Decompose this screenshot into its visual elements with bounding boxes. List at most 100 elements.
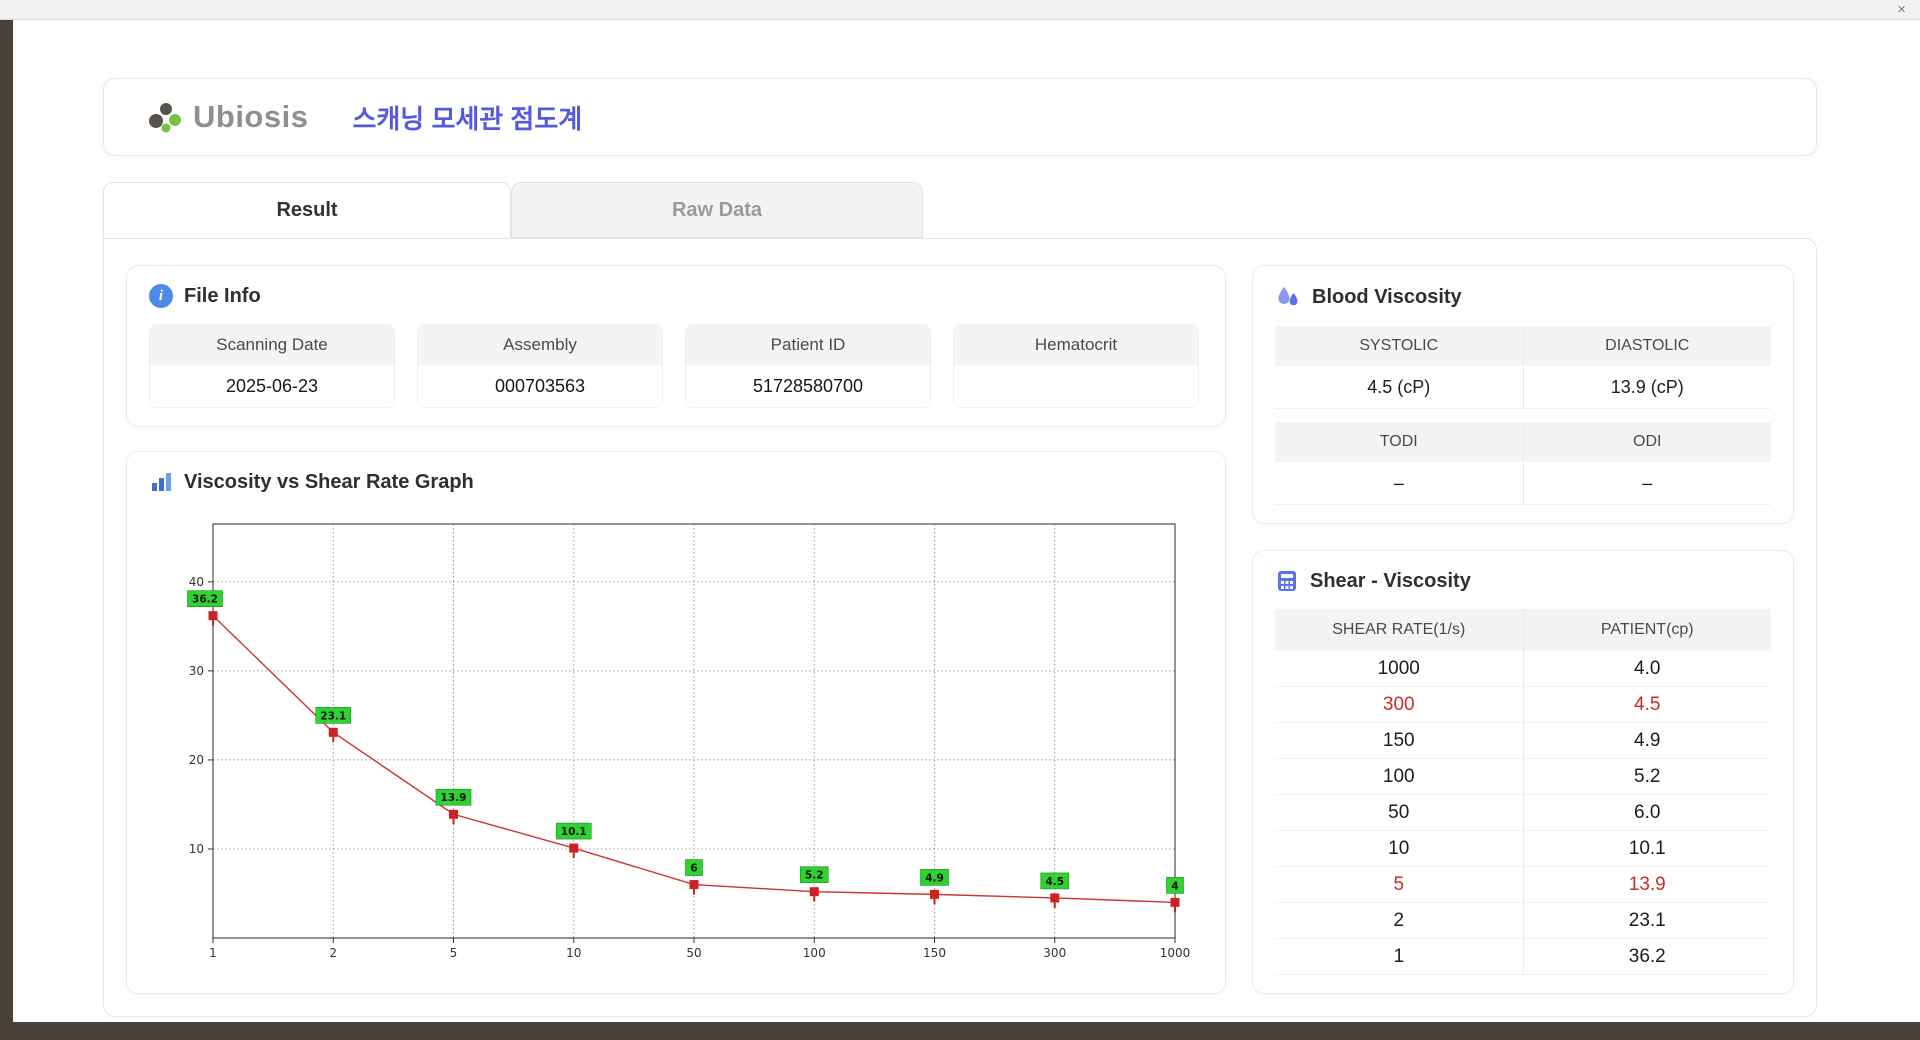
- shear-viscosity-title: Shear - Viscosity: [1310, 569, 1471, 592]
- field-label: Hematocrit: [954, 325, 1198, 365]
- diastolic-header: DIASTOLIC: [1523, 326, 1771, 366]
- blood-viscosity-card: Blood Viscosity SYSTOLIC DIASTOLIC 4.5 (…: [1252, 265, 1794, 524]
- info-icon: i: [149, 284, 173, 308]
- patient-column-header: PATIENT(cp): [1600, 621, 1694, 638]
- tab-result-label: Result: [276, 198, 338, 221]
- shear-rate-cell: 150: [1275, 723, 1524, 758]
- field-value: [954, 365, 1198, 407]
- bar-chart-icon: [152, 473, 171, 491]
- table-row: 1000 4.0: [1275, 651, 1771, 687]
- tab-bar: Result Raw Data: [103, 182, 1817, 238]
- todi-header: TODI: [1275, 422, 1524, 462]
- result-panel: i File Info Scanning Date 2025-06-23 Ass…: [103, 238, 1817, 1017]
- field-patient-id: Patient ID 51728580700: [685, 324, 931, 408]
- graph-card: Viscosity vs Shear Rate Graph 10 20 30 40 1 2…: [126, 451, 1226, 994]
- blood-viscosity-table: SYSTOLIC DIASTOLIC 4.5 (cP) 13.9 (cP) TO…: [1275, 326, 1771, 505]
- shear-rate-cell: 1: [1275, 939, 1524, 974]
- svg-text:2: 2: [329, 946, 337, 960]
- patient-cell: 13.9: [1628, 873, 1666, 895]
- page-title: 스캐닝 모세관 점도계: [352, 103, 583, 134]
- shear-rate-cell: 100: [1275, 759, 1524, 794]
- tab-raw-data-label: Raw Data: [671, 198, 763, 221]
- logo-leaf-icon: [149, 103, 181, 133]
- calculator-icon: [1278, 571, 1296, 591]
- logo-text: Ubiosis: [193, 99, 309, 134]
- svg-text:10: 10: [189, 842, 204, 856]
- svg-text:50: 50: [686, 946, 701, 960]
- graph-header: Viscosity vs Shear Rate Graph: [149, 470, 1203, 494]
- app-window: Ubiosis 스캐닝 모세관 점도계 Result Raw Data i Fi…: [13, 20, 1920, 1022]
- svg-text:5.2: 5.2: [805, 870, 824, 882]
- diastolic-value: 13.9 (cP): [1523, 366, 1771, 409]
- divider: [1275, 409, 1771, 422]
- table-row: SYSTOLIC DIASTOLIC: [1275, 326, 1771, 366]
- svg-text:13.9: 13.9: [441, 792, 467, 804]
- app-logo: Ubiosis: [146, 99, 308, 135]
- table-row: TODI ODI: [1275, 422, 1771, 462]
- field-value: 000703563: [418, 365, 662, 407]
- table-row: 150 4.9: [1275, 723, 1771, 759]
- field-hematocrit: Hematocrit: [953, 324, 1199, 408]
- tab-raw-data[interactable]: Raw Data: [511, 182, 923, 238]
- table-row: 50 6.0: [1275, 795, 1771, 831]
- shear-rate-cell: 5: [1275, 867, 1524, 902]
- svg-text:30: 30: [189, 664, 204, 678]
- table-header-row: SHEAR RATE(1/s) PATIENT(cp): [1275, 609, 1771, 651]
- right-column: Blood Viscosity SYSTOLIC DIASTOLIC 4.5 (…: [1252, 265, 1794, 994]
- close-icon[interactable]: ×: [1897, 1, 1906, 19]
- svg-text:10.1: 10.1: [561, 826, 587, 838]
- file-info-title: File Info: [184, 284, 261, 307]
- field-scanning-date: Scanning Date 2025-06-23: [149, 324, 395, 408]
- svg-text:36.2: 36.2: [192, 594, 218, 606]
- window-titlebar: ×: [0, 0, 1920, 20]
- shear-rate-cell: 10: [1275, 831, 1524, 866]
- shear-rate-cell: 300: [1275, 687, 1524, 722]
- systolic-header: SYSTOLIC: [1275, 326, 1524, 366]
- viscosity-chart: 10 20 30 40 1 2 5 10 50 100 150 300 1000 36.2 23.1 13.9…: [187, 523, 1190, 960]
- svg-text:1: 1: [209, 946, 217, 960]
- todi-value: –: [1275, 462, 1524, 505]
- svg-text:150: 150: [923, 946, 946, 960]
- svg-text:40: 40: [189, 575, 204, 589]
- table-row: – –: [1275, 462, 1771, 505]
- table-row: 1 36.2: [1275, 939, 1771, 975]
- svg-text:4: 4: [1171, 880, 1178, 892]
- shear-rate-column-header: SHEAR RATE(1/s): [1275, 609, 1524, 651]
- svg-text:300: 300: [1043, 946, 1066, 960]
- shear-rate-cell: 2: [1275, 903, 1524, 938]
- file-info-fields: Scanning Date 2025-06-23 Assembly 000703…: [149, 324, 1203, 408]
- table-row: 10 10.1: [1275, 831, 1771, 867]
- svg-text:100: 100: [803, 946, 826, 960]
- field-label: Patient ID: [686, 325, 930, 365]
- graph-title: Viscosity vs Shear Rate Graph: [184, 470, 474, 493]
- patient-cell: 10.1: [1628, 837, 1666, 859]
- blood-drops-icon: [1278, 287, 1298, 306]
- shear-rate-cell: 50: [1275, 795, 1524, 830]
- blood-viscosity-title: Blood Viscosity: [1312, 285, 1462, 308]
- svg-text:5: 5: [450, 946, 458, 960]
- patient-cell: 4.0: [1634, 657, 1661, 679]
- table-row: 100 5.2: [1275, 759, 1771, 795]
- field-label: Scanning Date: [150, 325, 394, 365]
- odi-header: ODI: [1523, 422, 1771, 462]
- patient-cell: 6.0: [1634, 801, 1661, 823]
- page-content: Ubiosis 스캐닝 모세관 점도계 Result Raw Data i Fi…: [13, 20, 1817, 1017]
- field-label: Assembly: [418, 325, 662, 365]
- file-info-card: i File Info Scanning Date 2025-06-23 Ass…: [126, 265, 1226, 427]
- shear-viscosity-table: SHEAR RATE(1/s) PATIENT(cp) 1000 4.0 300…: [1275, 609, 1771, 975]
- odi-value: –: [1523, 462, 1771, 505]
- blood-viscosity-header: Blood Viscosity: [1275, 284, 1771, 310]
- field-value: 51728580700: [686, 365, 930, 407]
- shear-rate-cell: 1000: [1275, 651, 1524, 686]
- svg-text:4.9: 4.9: [925, 872, 944, 884]
- field-value: 2025-06-23: [150, 365, 394, 407]
- patient-cell: 4.5: [1634, 693, 1661, 715]
- shear-viscosity-header: Shear - Viscosity: [1275, 569, 1771, 593]
- table-row: 5 13.9: [1275, 867, 1771, 903]
- systolic-value: 4.5 (cP): [1275, 366, 1524, 409]
- table-row: 4.5 (cP) 13.9 (cP): [1275, 366, 1771, 409]
- patient-cell: 36.2: [1628, 945, 1666, 967]
- table-row: 2 23.1: [1275, 903, 1771, 939]
- header: Ubiosis 스캐닝 모세관 점도계: [103, 78, 1817, 156]
- tab-result[interactable]: Result: [103, 182, 511, 238]
